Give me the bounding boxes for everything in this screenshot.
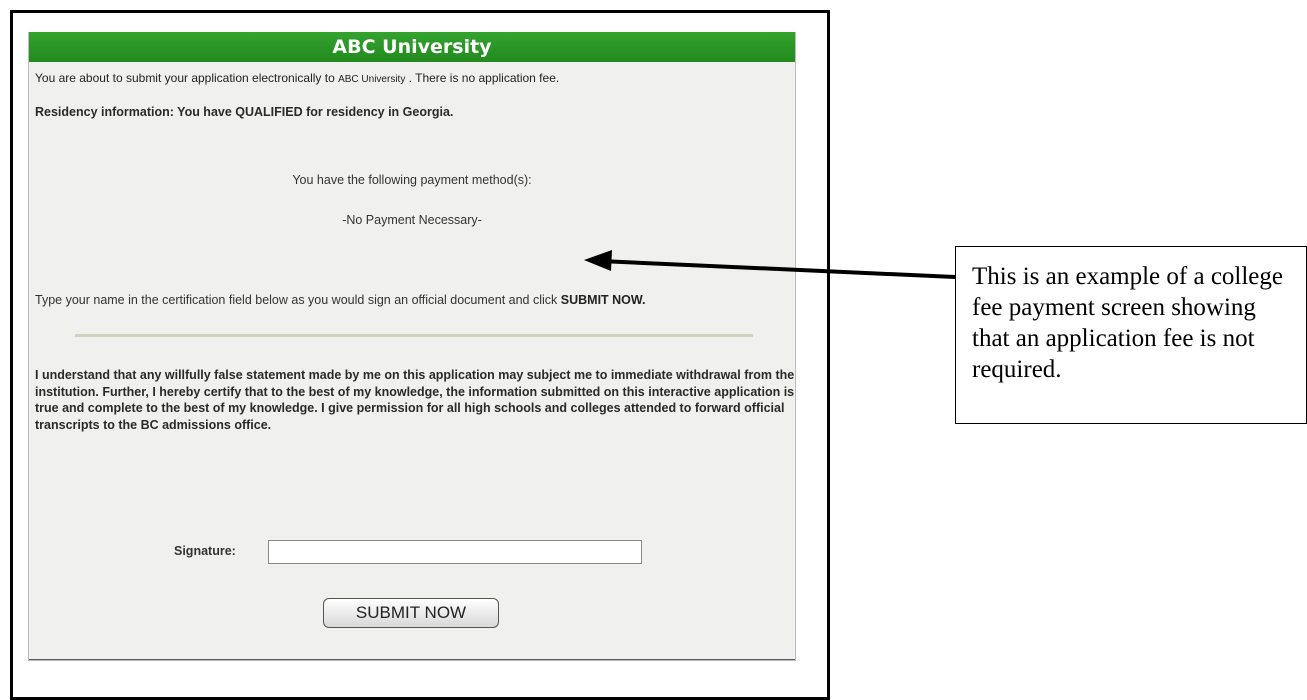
annotation-callout: This is an example of a college fee paym…: [955, 246, 1307, 424]
arrow-shaft: [599, 259, 956, 279]
arrow-head: [584, 250, 612, 271]
